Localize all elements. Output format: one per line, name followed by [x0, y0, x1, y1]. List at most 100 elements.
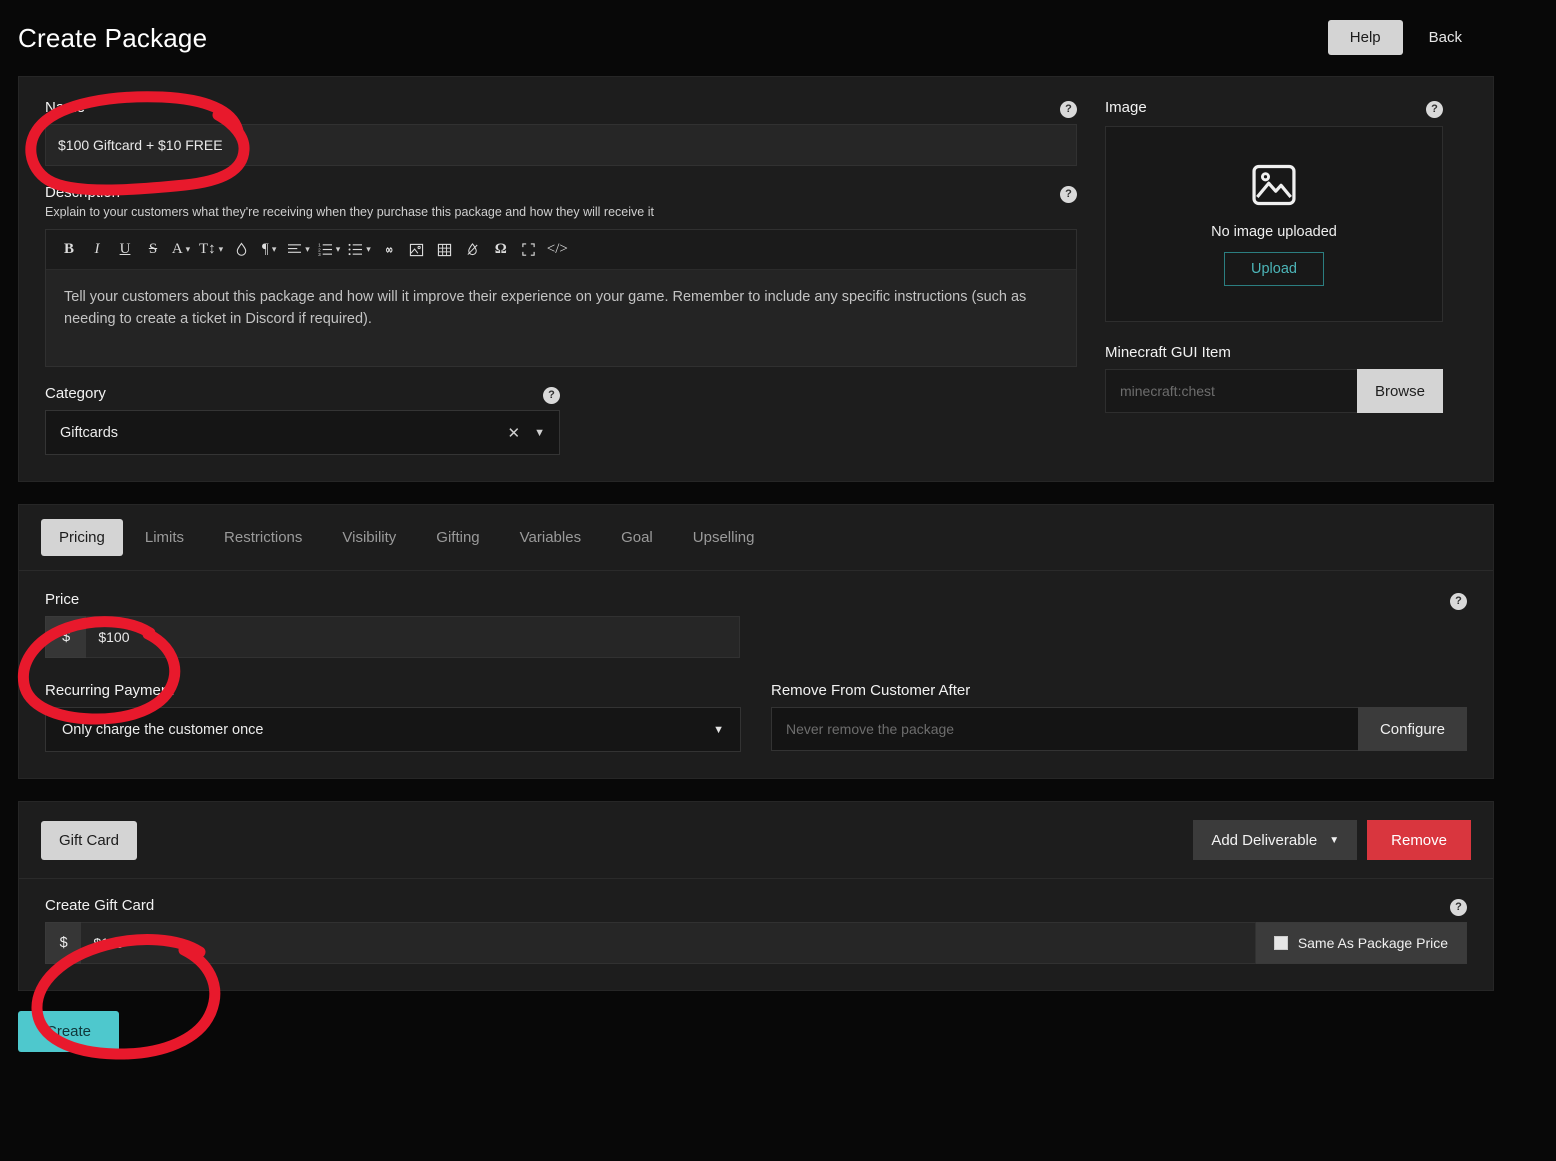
gift-card-field: $ Same As Package Price — [45, 922, 1467, 964]
package-details-panel: Name ? Description ? Explain to your cus… — [18, 76, 1494, 482]
svg-text:3: 3 — [318, 252, 321, 256]
price-help-icon[interactable]: ? — [1450, 593, 1467, 610]
create-gift-card-label: Create Gift Card — [45, 897, 155, 914]
image-placeholder-icon — [1250, 163, 1298, 212]
special-character-icon[interactable]: Ω — [488, 236, 514, 264]
name-help-icon[interactable]: ? — [1060, 101, 1077, 118]
remove-after-row: Configure — [771, 707, 1467, 751]
gift-card-currency-prefix: $ — [45, 922, 82, 964]
image-dropzone[interactable]: No image uploaded Upload — [1105, 126, 1443, 322]
image-label-row: Image ? — [1105, 99, 1443, 124]
page-header: Create Package Help Back — [0, 0, 1556, 76]
tab-limits[interactable]: Limits — [127, 519, 202, 556]
italic-icon[interactable]: I — [84, 236, 110, 264]
image-label: Image — [1105, 99, 1147, 116]
same-as-package-price-toggle[interactable]: Same As Package Price — [1255, 922, 1467, 964]
page-footer: Create — [0, 991, 1556, 1052]
upload-button[interactable]: Upload — [1224, 251, 1324, 286]
category-help-icon[interactable]: ? — [543, 387, 560, 404]
name-input[interactable] — [45, 124, 1077, 166]
code-view-icon[interactable]: </> — [544, 236, 571, 264]
price-currency-prefix: $ — [45, 616, 87, 658]
strikethrough-icon[interactable]: S — [140, 236, 166, 264]
create-package-page: Create Package Help Back Name ? Descript… — [0, 0, 1556, 1161]
category-select[interactable]: Giftcards ✕ ▼ — [45, 410, 560, 455]
unordered-list-icon[interactable] — [345, 236, 374, 264]
recurring-payment-label: Recurring Payment — [45, 682, 174, 699]
clear-formatting-icon[interactable] — [460, 236, 486, 264]
tab-visibility[interactable]: Visibility — [324, 519, 414, 556]
configure-button[interactable]: Configure — [1357, 707, 1467, 751]
underline-icon[interactable]: U — [112, 236, 138, 264]
category-value: Giftcards — [60, 424, 119, 441]
back-button[interactable]: Back — [1411, 20, 1480, 55]
price-label: Price — [45, 591, 80, 608]
recurring-payment-value: Only charge the customer once — [62, 721, 264, 738]
tab-goal[interactable]: Goal — [603, 519, 671, 556]
name-label: Name — [45, 99, 86, 116]
description-editor-placeholder[interactable]: Tell your customers about this package a… — [46, 270, 1076, 366]
fullscreen-icon[interactable] — [516, 236, 542, 264]
insert-image-icon[interactable] — [404, 236, 430, 264]
add-deliverable-label: Add Deliverable — [1211, 831, 1318, 849]
image-help-icon[interactable]: ? — [1426, 101, 1443, 118]
description-label-row: Description ? — [45, 184, 1077, 203]
bold-icon[interactable]: B — [56, 236, 82, 264]
ordered-list-icon[interactable]: 123 — [315, 236, 344, 264]
description-help-icon[interactable]: ? — [1060, 186, 1077, 203]
name-label-row: Name ? — [45, 99, 1077, 124]
price-field: $ — [45, 616, 740, 658]
description-editor: B I U S A T↕ ¶ — [45, 229, 1077, 367]
add-deliverable-button[interactable]: Add Deliverable ▼ — [1193, 820, 1358, 860]
recurring-payment-select[interactable]: Only charge the customer once ▼ — [45, 707, 741, 752]
recurring-payment-group: Recurring Payment Only charge the custom… — [45, 682, 741, 752]
create-button[interactable]: Create — [18, 1011, 120, 1052]
editor-toolbar: B I U S A T↕ ¶ — [46, 230, 1076, 270]
details-right-column: Image ? No image uploaded Upload Minecra… — [1105, 99, 1443, 455]
browse-button[interactable]: Browse — [1356, 369, 1443, 413]
no-image-text: No image uploaded — [1211, 223, 1337, 240]
deliverable-header: Gift Card Add Deliverable ▼ Remove — [19, 802, 1493, 879]
tab-upselling[interactable]: Upselling — [675, 519, 773, 556]
help-button[interactable]: Help — [1327, 20, 1403, 55]
highlight-color-icon[interactable] — [228, 236, 254, 264]
category-label: Category — [45, 385, 106, 402]
remove-deliverable-button[interactable]: Remove — [1367, 820, 1471, 860]
link-icon[interactable] — [376, 236, 402, 264]
chevron-down-icon: ▼ — [713, 723, 724, 736]
pricing-panel: Pricing Limits Restrictions Visibility G… — [18, 504, 1494, 779]
gift-card-amount-input[interactable] — [81, 922, 1256, 964]
table-icon[interactable] — [432, 236, 458, 264]
price-label-row: Price ? — [45, 591, 1467, 616]
tab-pricing[interactable]: Pricing — [41, 519, 123, 556]
remove-after-input[interactable] — [771, 707, 1358, 751]
paragraph-icon[interactable]: ¶ — [256, 236, 282, 264]
deliverable-panel: Gift Card Add Deliverable ▼ Remove Creat… — [18, 801, 1494, 991]
tab-restrictions[interactable]: Restrictions — [206, 519, 320, 556]
description-label: Description — [45, 184, 121, 201]
same-as-package-price-checkbox[interactable] — [1273, 936, 1288, 950]
gui-item-row: Browse — [1105, 369, 1443, 413]
category-clear-icon[interactable]: ✕ — [508, 424, 521, 442]
description-hint: Explain to your customers what they're r… — [45, 205, 654, 219]
create-gift-card-label-row: Create Gift Card ? — [45, 897, 1467, 922]
deliverable-tab-gift-card[interactable]: Gift Card — [41, 820, 138, 860]
gui-item-input[interactable] — [1105, 369, 1357, 413]
pricing-tabs: Pricing Limits Restrictions Visibility G… — [19, 505, 1493, 571]
font-size-icon[interactable]: T↕ — [196, 236, 226, 264]
remove-after-label: Remove From Customer After — [771, 682, 971, 699]
details-left-column: Name ? Description ? Explain to your cus… — [45, 99, 1105, 455]
align-icon[interactable] — [284, 236, 313, 264]
chevron-down-icon[interactable]: ▼ — [534, 427, 545, 439]
same-as-package-price-label: Same As Package Price — [1297, 935, 1448, 951]
chevron-down-icon: ▼ — [1329, 834, 1340, 846]
page-title: Create Package — [18, 22, 208, 53]
price-input[interactable] — [86, 616, 740, 658]
remove-after-group: Remove From Customer After Configure — [771, 682, 1467, 752]
gui-item-label: Minecraft GUI Item — [1105, 344, 1231, 361]
tab-variables[interactable]: Variables — [502, 519, 599, 556]
font-color-icon[interactable]: A — [168, 236, 194, 264]
category-label-row: Category ? — [45, 385, 560, 410]
tab-gifting[interactable]: Gifting — [418, 519, 497, 556]
create-gift-card-help-icon[interactable]: ? — [1450, 899, 1467, 916]
